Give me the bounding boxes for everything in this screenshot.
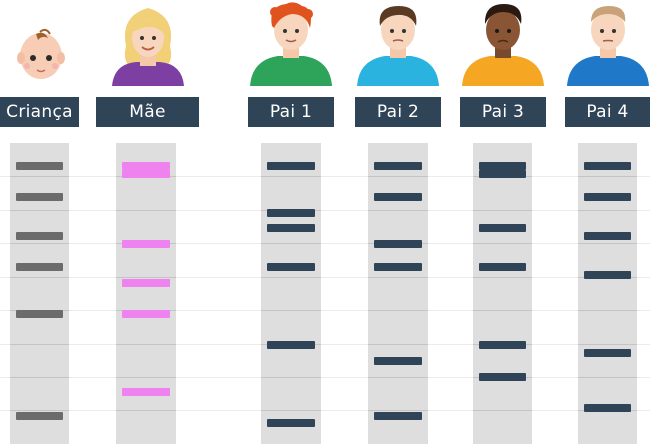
lane-divider bbox=[10, 344, 69, 345]
lane-divider bbox=[368, 176, 428, 177]
dna-band bbox=[122, 162, 170, 170]
lane-divider bbox=[116, 210, 176, 211]
lane-divider bbox=[10, 410, 69, 411]
lane-divider bbox=[261, 310, 321, 311]
lane-divider bbox=[368, 410, 428, 411]
gel-lane-crianca bbox=[10, 143, 69, 444]
dna-band bbox=[122, 310, 170, 319]
lane-divider bbox=[578, 210, 637, 211]
label-crianca: Criança bbox=[0, 97, 79, 127]
gel-lane-pai-1 bbox=[261, 143, 321, 444]
guide-line bbox=[0, 410, 650, 411]
lane-divider bbox=[368, 277, 428, 278]
lane-divider bbox=[10, 243, 69, 244]
woman-icon bbox=[112, 8, 184, 86]
dna-band bbox=[267, 162, 315, 170]
lane-divider bbox=[473, 210, 532, 211]
dna-band bbox=[479, 169, 526, 178]
lane-divider bbox=[578, 377, 637, 378]
guide-line bbox=[0, 310, 650, 311]
dna-band bbox=[584, 349, 631, 358]
lane-divider bbox=[116, 410, 176, 411]
dna-band bbox=[479, 162, 526, 170]
lane-divider bbox=[10, 176, 69, 177]
dna-band bbox=[584, 162, 631, 170]
lane-divider bbox=[473, 277, 532, 278]
lane-divider bbox=[473, 310, 532, 311]
lane-divider bbox=[10, 277, 69, 278]
dna-band bbox=[16, 232, 63, 241]
dna-band bbox=[374, 193, 422, 202]
dna-band bbox=[479, 372, 526, 381]
dna-band bbox=[122, 279, 170, 287]
dna-band bbox=[122, 240, 170, 248]
gel-lane-pai-3 bbox=[473, 143, 532, 444]
lane-divider bbox=[261, 410, 321, 411]
guide-line bbox=[0, 377, 650, 378]
lane-divider bbox=[10, 377, 69, 378]
lane-divider bbox=[578, 310, 637, 311]
guide-line bbox=[0, 243, 650, 244]
dna-band bbox=[267, 224, 315, 233]
label-pai-2: Pai 2 bbox=[355, 97, 441, 127]
dna-band bbox=[584, 403, 631, 412]
dna-band bbox=[16, 193, 63, 202]
dna-band bbox=[374, 240, 422, 248]
dna-band bbox=[267, 263, 315, 272]
lane-divider bbox=[261, 176, 321, 177]
lane-divider bbox=[10, 210, 69, 211]
gel-lane-mae bbox=[116, 143, 176, 444]
man-dark-skin-icon bbox=[462, 4, 544, 86]
paternity-test-diagram: Criança Mãe Pai 1 Pai 2 Pai 3 Pai 4 bbox=[0, 0, 650, 444]
lane-divider bbox=[578, 176, 637, 177]
guide-line bbox=[0, 210, 650, 211]
dna-band bbox=[374, 411, 422, 420]
lane-divider bbox=[578, 243, 637, 244]
lane-divider bbox=[116, 377, 176, 378]
lane-divider bbox=[578, 344, 637, 345]
dna-band bbox=[267, 341, 315, 350]
dna-band bbox=[374, 357, 422, 365]
dna-band bbox=[267, 208, 315, 217]
lane-divider bbox=[368, 310, 428, 311]
lane-divider bbox=[473, 410, 532, 411]
label-pai-4: Pai 4 bbox=[565, 97, 650, 127]
dna-band bbox=[374, 263, 422, 272]
dna-band bbox=[479, 341, 526, 350]
guide-line bbox=[0, 176, 650, 177]
lane-divider bbox=[473, 243, 532, 244]
label-pai-1: Pai 1 bbox=[248, 97, 334, 127]
lane-divider bbox=[368, 377, 428, 378]
dna-band bbox=[122, 388, 170, 397]
guide-line bbox=[0, 344, 650, 345]
dna-band bbox=[584, 271, 631, 280]
guide-line bbox=[0, 277, 650, 278]
dna-band bbox=[479, 263, 526, 272]
man-brown-hair-icon bbox=[357, 6, 439, 86]
dna-band bbox=[267, 419, 315, 428]
lane-divider bbox=[261, 277, 321, 278]
lane-divider bbox=[368, 210, 428, 211]
lane-divider bbox=[261, 243, 321, 244]
dna-band bbox=[584, 232, 631, 241]
lane-divider bbox=[116, 344, 176, 345]
man-red-hair-icon bbox=[250, 2, 332, 86]
lane-divider bbox=[116, 277, 176, 278]
dna-band bbox=[584, 193, 631, 202]
man-blond-hair-icon bbox=[567, 6, 649, 86]
gel-lane-pai-2 bbox=[368, 143, 428, 444]
label-pai-3: Pai 3 bbox=[460, 97, 546, 127]
dna-band bbox=[16, 263, 63, 272]
dna-band bbox=[16, 162, 63, 170]
label-mae: Mãe bbox=[96, 97, 199, 127]
gel-lane-pai-4 bbox=[578, 143, 637, 444]
lane-divider bbox=[368, 344, 428, 345]
dna-band bbox=[122, 169, 170, 178]
dna-band bbox=[16, 411, 63, 420]
dna-band bbox=[374, 162, 422, 170]
lane-divider bbox=[261, 377, 321, 378]
dna-band bbox=[479, 224, 526, 233]
dna-band bbox=[16, 310, 63, 319]
baby-icon bbox=[17, 28, 65, 79]
